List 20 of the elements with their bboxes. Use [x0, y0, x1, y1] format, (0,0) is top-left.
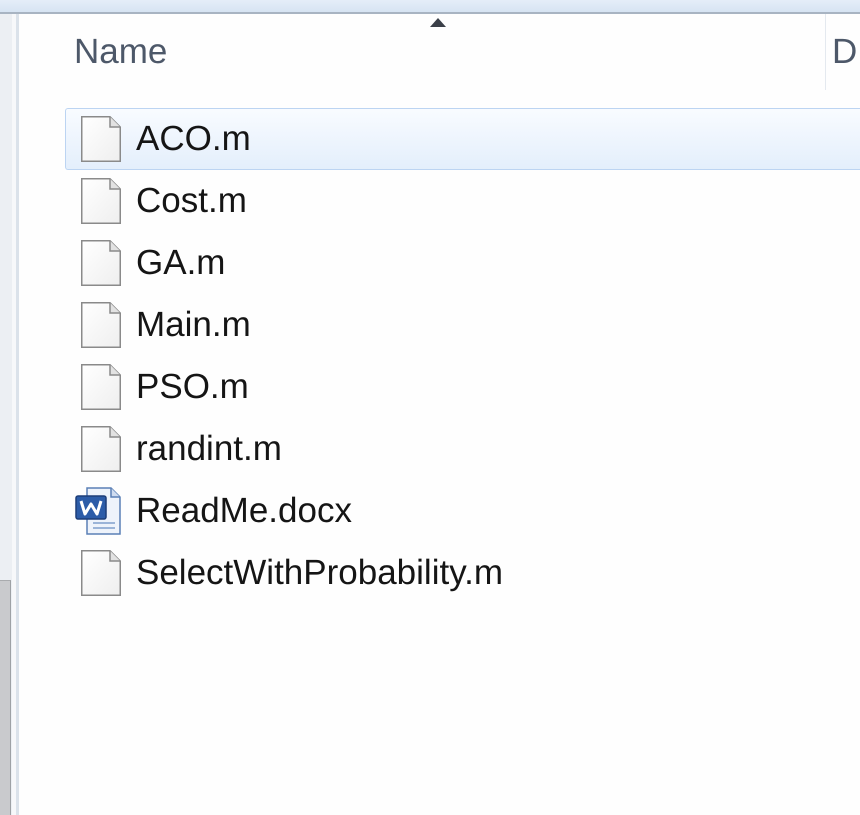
- file-row[interactable]: ReadMe.docx: [65, 480, 860, 542]
- blank-file-icon: [81, 550, 121, 596]
- blank-file-icon: [81, 364, 121, 410]
- column-header[interactable]: Name: [19, 14, 825, 90]
- column-header[interactable]: D: [825, 14, 860, 90]
- blank-file-icon: [81, 178, 121, 224]
- file-row[interactable]: PSO.m: [65, 356, 860, 418]
- file-row[interactable]: Cost.m: [65, 170, 860, 232]
- sort-arrow-icon: [430, 18, 446, 27]
- file-row[interactable]: GA.m: [65, 232, 860, 294]
- document-icon: [75, 487, 121, 535]
- blank-file-icon: [81, 426, 121, 472]
- blank-file-icon: [81, 302, 121, 348]
- file-row[interactable]: SelectWithProbability.m: [65, 542, 860, 604]
- blank-file-icon: [81, 240, 121, 286]
- file-row[interactable]: ACO.m: [65, 108, 860, 170]
- file-row[interactable]: randint.m: [65, 418, 860, 480]
- blank-file-icon: [81, 116, 121, 162]
- scrollbar-thumb[interactable]: [0, 580, 11, 815]
- file-row[interactable]: Main.m: [65, 294, 860, 356]
